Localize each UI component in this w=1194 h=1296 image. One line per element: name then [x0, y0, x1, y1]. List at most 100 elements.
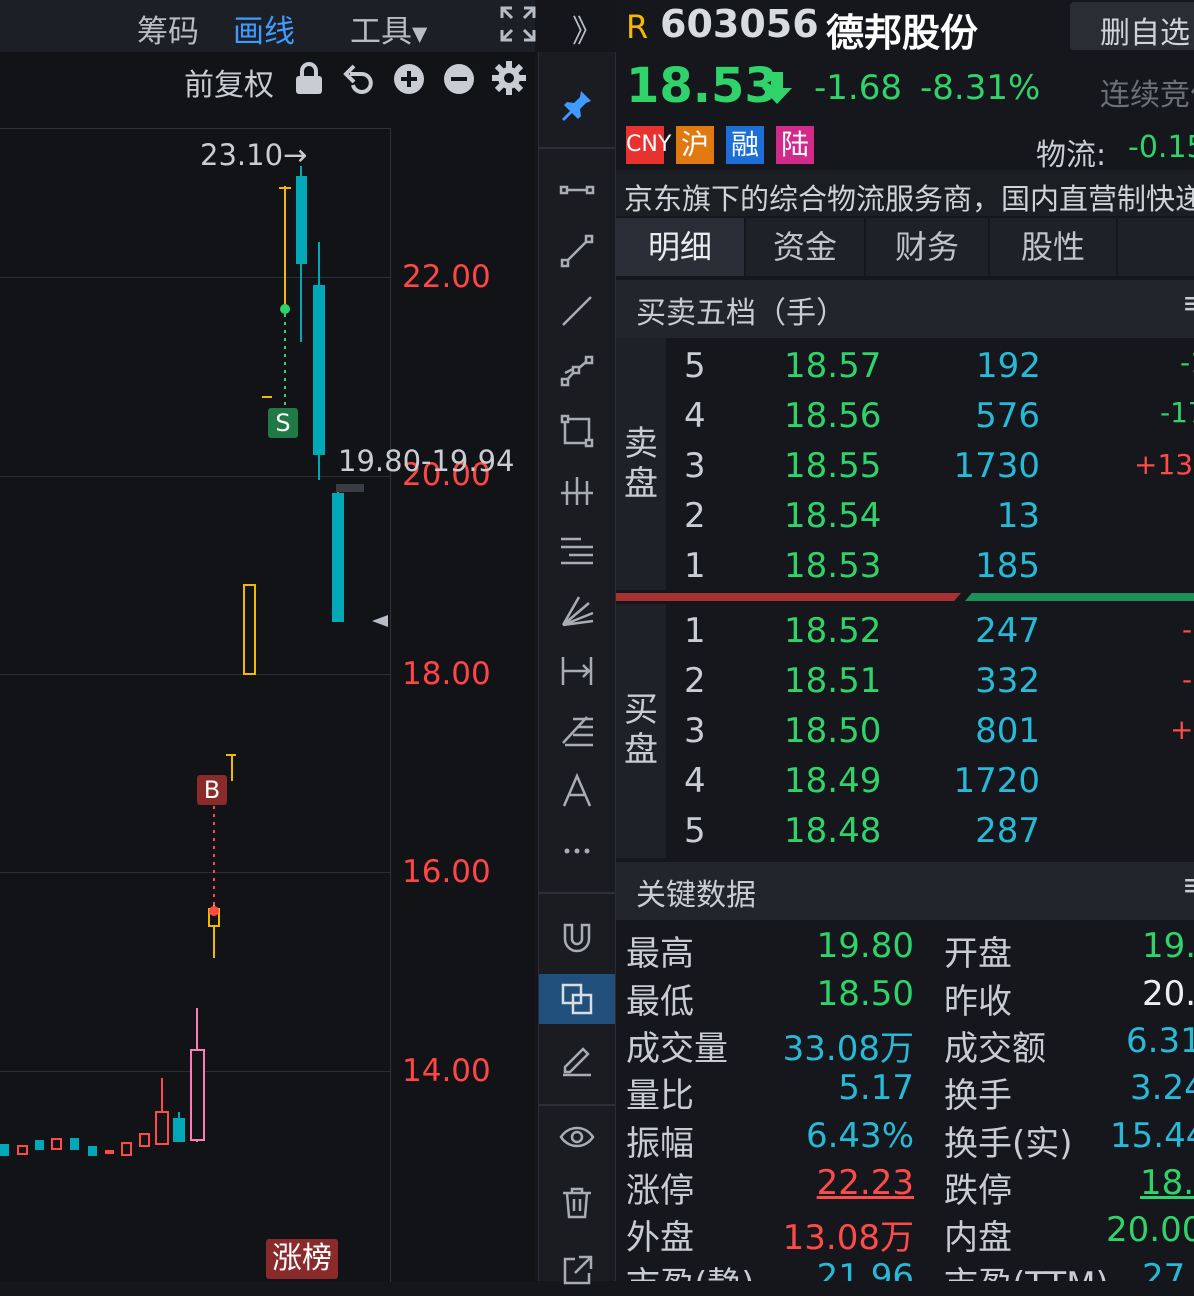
- ray-tool-icon[interactable]: [539, 226, 615, 276]
- shanghai-badge[interactable]: 沪: [676, 126, 714, 164]
- tab-stock-traits[interactable]: 股性: [990, 218, 1118, 276]
- rectangle-tool-icon[interactable]: [539, 406, 615, 456]
- kline-chart-area[interactable]: 筹码 画线 工具▼ 》 前复权 22.00 20.00 18.00 16.00 …: [0, 0, 603, 1282]
- high-price-marker: 23.10→: [200, 138, 308, 172]
- buy-side-label-box: 买 盘: [616, 604, 666, 858]
- buy-volume: 287: [975, 811, 1040, 851]
- keydata-label: 成交额: [944, 1029, 1046, 1069]
- segment-tool-icon[interactable]: [539, 166, 615, 216]
- stock-code: 603056: [660, 2, 819, 46]
- sell-price[interactable]: 18.54: [784, 496, 881, 536]
- keydata-value: 27.: [1142, 1257, 1194, 1281]
- buy-volume: 247: [975, 611, 1040, 651]
- buy-delta: -: [1182, 663, 1193, 696]
- copy-shape-icon[interactable]: [539, 974, 615, 1024]
- text-tool-icon[interactable]: [539, 766, 615, 816]
- sell-volume: 576: [975, 396, 1040, 436]
- fibonacci-tool-icon[interactable]: [539, 706, 615, 756]
- buy-price[interactable]: 18.50: [784, 711, 881, 751]
- buy-price[interactable]: 18.48: [784, 811, 881, 851]
- buy-ratio-bar: [965, 593, 1194, 601]
- keydata-value: 6.43%: [805, 1116, 914, 1156]
- measure-tool-icon[interactable]: [539, 646, 615, 696]
- small-candles: [0, 1008, 205, 1156]
- limit-up-value[interactable]: 22.23: [816, 1163, 914, 1203]
- buy-level: 5: [684, 811, 706, 851]
- keydata-value: 15.44: [1110, 1116, 1194, 1156]
- sector-label[interactable]: 物流:: [1036, 130, 1106, 174]
- sell-price[interactable]: 18.57: [784, 346, 881, 386]
- buy-price[interactable]: 18.51: [784, 661, 881, 701]
- stock-name: 德邦股份: [826, 11, 979, 55]
- sell-level: 3: [684, 446, 706, 486]
- keydata-value: 21.96: [816, 1257, 914, 1281]
- keydata-label: 振幅: [626, 1124, 694, 1164]
- keydata-value: 19.8: [1142, 926, 1194, 966]
- menu-icon[interactable]: ≡: [1182, 286, 1194, 321]
- sell-price[interactable]: 18.53: [784, 546, 881, 586]
- drawing-toolbar: [538, 52, 616, 1285]
- tab-detail[interactable]: 明细: [616, 218, 746, 276]
- range-label: 19.80-19.94: [338, 444, 515, 478]
- pencil-icon[interactable]: [539, 1034, 615, 1084]
- keydata-label: 成交量: [626, 1029, 728, 1069]
- magnet-icon[interactable]: [539, 914, 615, 964]
- quote-panel: R 603056 德邦股份 删自选 18.53 -1.68 -8.31% 连续竞…: [616, 0, 1194, 1281]
- sell-signal-badge[interactable]: S: [268, 408, 298, 438]
- delete-watchlist-button[interactable]: 删自选: [1070, 2, 1194, 51]
- sell-level: 5: [684, 346, 706, 386]
- buy-price[interactable]: 18.52: [784, 611, 881, 651]
- down-arrow-icon: [762, 72, 792, 104]
- keydata-value: 20.2: [1142, 974, 1194, 1014]
- eye-icon[interactable]: [539, 1112, 615, 1162]
- keydata-label: 开盘: [944, 934, 1012, 974]
- sell-ratio-bar: [616, 593, 961, 601]
- sell-price[interactable]: 18.56: [784, 396, 881, 436]
- more-chevron[interactable]: 》: [572, 6, 603, 51]
- trash-icon[interactable]: [539, 1178, 615, 1228]
- parallel-tool-icon[interactable]: [539, 466, 615, 516]
- keydata-label: 外盘: [626, 1218, 694, 1258]
- top-gainers-badge[interactable]: 涨榜: [266, 1239, 338, 1279]
- buy-delta: +9: [1170, 713, 1194, 746]
- polyline-tool-icon[interactable]: [539, 346, 615, 396]
- buy-level: 3: [684, 711, 706, 751]
- keydata-label: 昨收: [944, 982, 1012, 1022]
- keydata-label: 市盈(静): [626, 1257, 755, 1281]
- line-tool-icon[interactable]: [539, 286, 615, 336]
- buy-signal-badge[interactable]: B: [197, 775, 227, 805]
- divider: [539, 147, 615, 149]
- sell-level: 4: [684, 396, 706, 436]
- buy-volume: 332: [975, 661, 1040, 701]
- more-tools-icon[interactable]: [539, 826, 615, 876]
- keydata-value: 13.08万: [782, 1218, 914, 1258]
- tab-finance[interactable]: 财务: [866, 218, 990, 276]
- keydata-value: 5.17: [838, 1068, 914, 1108]
- keydata-title: 关键数据: [636, 878, 756, 913]
- buy-level: 1: [684, 611, 706, 651]
- connect-badge[interactable]: 陆: [776, 126, 814, 164]
- fan-tool-icon[interactable]: [539, 586, 615, 636]
- keydata-value: 6.31: [1126, 1021, 1194, 1061]
- sell-level: 1: [684, 546, 706, 586]
- company-description[interactable]: 京东旗下的综合物流服务商，国内直营制快递: [624, 176, 1194, 218]
- tab-funds[interactable]: 资金: [746, 218, 866, 276]
- export-icon[interactable]: [539, 1246, 615, 1296]
- buy-side-label: 买 盘: [624, 690, 658, 770]
- margin-badge[interactable]: 融: [726, 126, 764, 164]
- keydata-label: 最低: [626, 982, 694, 1022]
- keydata-label: 跌停: [944, 1171, 1012, 1211]
- buy-price[interactable]: 18.49: [784, 761, 881, 801]
- sell-side-label-box: 卖 盘: [616, 338, 666, 590]
- menu-icon[interactable]: ≡: [1182, 868, 1194, 903]
- keydata-header: 关键数据 ≡: [616, 862, 1194, 920]
- pin-icon[interactable]: [539, 80, 615, 130]
- divider: [539, 1104, 615, 1106]
- channel-tool-icon[interactable]: [539, 526, 615, 576]
- limit-down-value[interactable]: 18.1: [1140, 1163, 1194, 1203]
- sell-price[interactable]: 18.55: [784, 446, 881, 486]
- keydata-label: 市盈(TTM): [944, 1257, 1109, 1281]
- sell-level: 2: [684, 496, 706, 536]
- cny-badge[interactable]: CNY: [626, 126, 671, 164]
- stock-prefix: R: [626, 8, 649, 46]
